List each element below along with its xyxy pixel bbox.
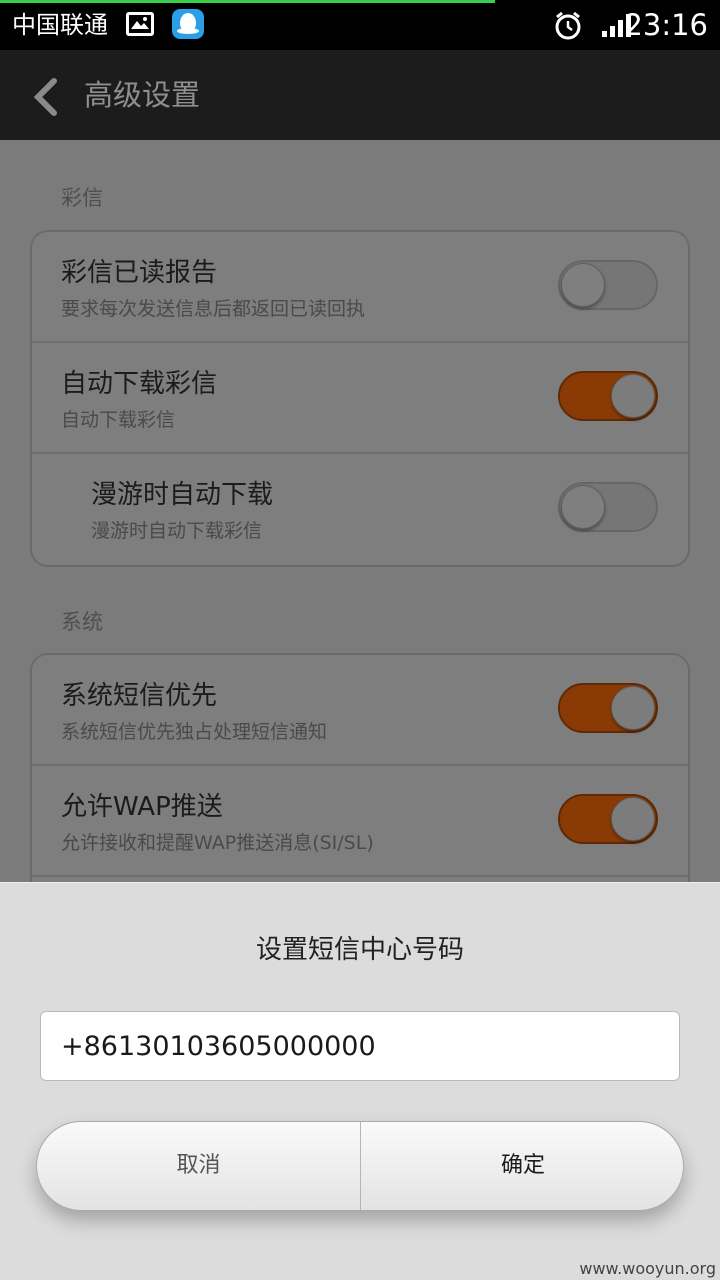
toggle-knob (611, 797, 655, 841)
setting-row-read-report[interactable]: 彩信已读报告 要求每次发送信息后都返回已读回执 (32, 232, 688, 343)
settings-group-system: 系统短信优先 系统短信优先独占处理短信通知 允许WAP推送 允许接收和提醒WAP… (30, 653, 690, 913)
setting-row-system-sms-priority[interactable]: 系统短信优先 系统短信优先独占处理短信通知 (32, 655, 688, 766)
status-progress-line (0, 0, 495, 3)
cancel-button[interactable]: 取消 (37, 1122, 360, 1210)
dialog-button-bar: 取消 确定 (36, 1121, 684, 1211)
confirm-button[interactable]: 确定 (361, 1122, 683, 1210)
settings-group-mms: 彩信已读报告 要求每次发送信息后都返回已读回执 自动下载彩信 自动下载彩信 漫游… (30, 230, 690, 567)
carrier-name: 中国联通 (12, 11, 108, 39)
setting-subtitle: 自动下载彩信 (61, 409, 176, 431)
sms-center-number-input[interactable] (40, 1011, 680, 1081)
setting-row-auto-download[interactable]: 自动下载彩信 自动下载彩信 (32, 343, 688, 454)
toggle-switch-read-report[interactable] (558, 260, 658, 310)
watermark-text: www.wooyun.org (579, 1259, 716, 1278)
setting-title: 漫游时自动下载 (91, 480, 274, 510)
dialog-title: 设置短信中心号码 (255, 935, 464, 965)
toggle-knob (611, 686, 655, 730)
setting-row-wap-push[interactable]: 允许WAP推送 允许接收和提醒WAP推送消息(SI/SL) (32, 766, 688, 877)
toggle-knob (611, 374, 655, 418)
section-header-system: 系统 (61, 610, 103, 634)
page-title: 高级设置 (84, 78, 201, 112)
status-clock: 23:16 (624, 8, 708, 42)
setting-title: 自动下载彩信 (61, 369, 218, 399)
toggle-switch-wap-push[interactable] (558, 794, 658, 844)
toggle-knob (561, 263, 605, 307)
back-arrow-icon[interactable] (32, 78, 58, 120)
setting-title: 允许WAP推送 (61, 792, 223, 822)
alarm-icon (553, 11, 583, 45)
toggle-switch-roaming-download[interactable] (558, 482, 658, 532)
action-bar: 高级设置 (0, 50, 720, 140)
section-header-mms: 彩信 (61, 186, 103, 210)
toggle-switch-system-sms-priority[interactable] (558, 683, 658, 733)
sms-center-dialog: 设置短信中心号码 取消 确定 www.wooyun.org (0, 882, 720, 1280)
setting-title: 彩信已读报告 (61, 258, 218, 288)
setting-subtitle: 要求每次发送信息后都返回已读回执 (61, 298, 366, 320)
setting-title: 系统短信优先 (61, 681, 218, 711)
qq-icon (172, 9, 204, 39)
setting-subtitle: 允许接收和提醒WAP推送消息(SI/SL) (61, 832, 374, 854)
setting-subtitle: 系统短信优先独占处理短信通知 (61, 721, 328, 743)
setting-subtitle: 漫游时自动下载彩信 (91, 520, 263, 542)
toggle-knob (561, 485, 605, 529)
gallery-icon (126, 12, 154, 36)
toggle-switch-auto-download[interactable] (558, 371, 658, 421)
status-bar: 中国联通 23:16 (0, 0, 720, 50)
setting-row-roaming-download[interactable]: 漫游时自动下载 漫游时自动下载彩信 (32, 454, 688, 565)
